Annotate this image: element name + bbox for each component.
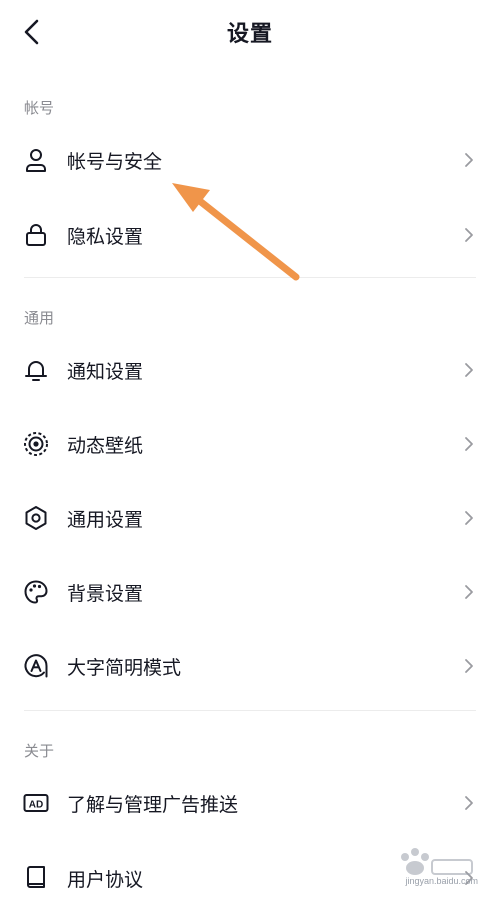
large-text-icon <box>22 652 50 680</box>
settings-item-label: 用户协议 <box>67 868 144 891</box>
bell-icon <box>22 356 50 384</box>
chevron-right-icon <box>462 434 476 454</box>
chevron-right-icon <box>462 508 476 528</box>
section-title-account: 帐号 <box>24 99 55 117</box>
gear-icon <box>22 504 50 532</box>
settings-item-background[interactable]: 背景设置 <box>0 562 500 622</box>
header-bar: 设置 <box>0 0 500 66</box>
chevron-right-icon <box>462 656 476 676</box>
settings-item-label: 背景设置 <box>67 582 144 605</box>
chevron-right-icon <box>462 150 476 170</box>
settings-item-label: 帐号与安全 <box>67 150 163 173</box>
user-icon <box>22 146 50 174</box>
ad-icon: AD <box>22 789 50 817</box>
settings-item-large-text-mode[interactable]: 大字简明模式 <box>0 636 500 696</box>
settings-item-label: 隐私设置 <box>67 225 144 248</box>
live-wallpaper-icon <box>22 430 50 458</box>
page-title: 设置 <box>226 22 273 47</box>
watermark-text: jingyan.baidu.com <box>405 876 478 886</box>
section-divider <box>24 710 476 711</box>
settings-item-label: 大字简明模式 <box>67 656 182 679</box>
section-title-about: 关于 <box>24 742 55 760</box>
settings-item-label: 通知设置 <box>67 360 144 383</box>
chevron-right-icon <box>462 793 476 813</box>
settings-item-live-wallpaper[interactable]: 动态壁纸 <box>0 414 500 474</box>
settings-item-label: 动态壁纸 <box>67 434 144 457</box>
settings-item-ad-management[interactable]: AD 了解与管理广告推送 <box>0 773 500 833</box>
settings-item-general[interactable]: 通用设置 <box>0 488 500 548</box>
section-title-general: 通用 <box>24 309 55 327</box>
chevron-right-icon <box>462 225 476 245</box>
palette-icon <box>22 578 50 606</box>
chevron-right-icon <box>462 360 476 380</box>
settings-item-label: 通用设置 <box>67 508 144 531</box>
lock-icon <box>22 221 50 249</box>
settings-item-privacy[interactable]: 隐私设置 <box>0 205 500 265</box>
book-icon <box>22 864 50 892</box>
settings-item-label: 了解与管理广告推送 <box>67 793 239 816</box>
settings-item-notifications[interactable]: 通知设置 <box>0 340 500 400</box>
settings-item-account-security[interactable]: 帐号与安全 <box>0 130 500 190</box>
chevron-right-icon <box>462 582 476 602</box>
section-divider <box>24 277 476 278</box>
svg-text:AD: AD <box>29 800 43 811</box>
